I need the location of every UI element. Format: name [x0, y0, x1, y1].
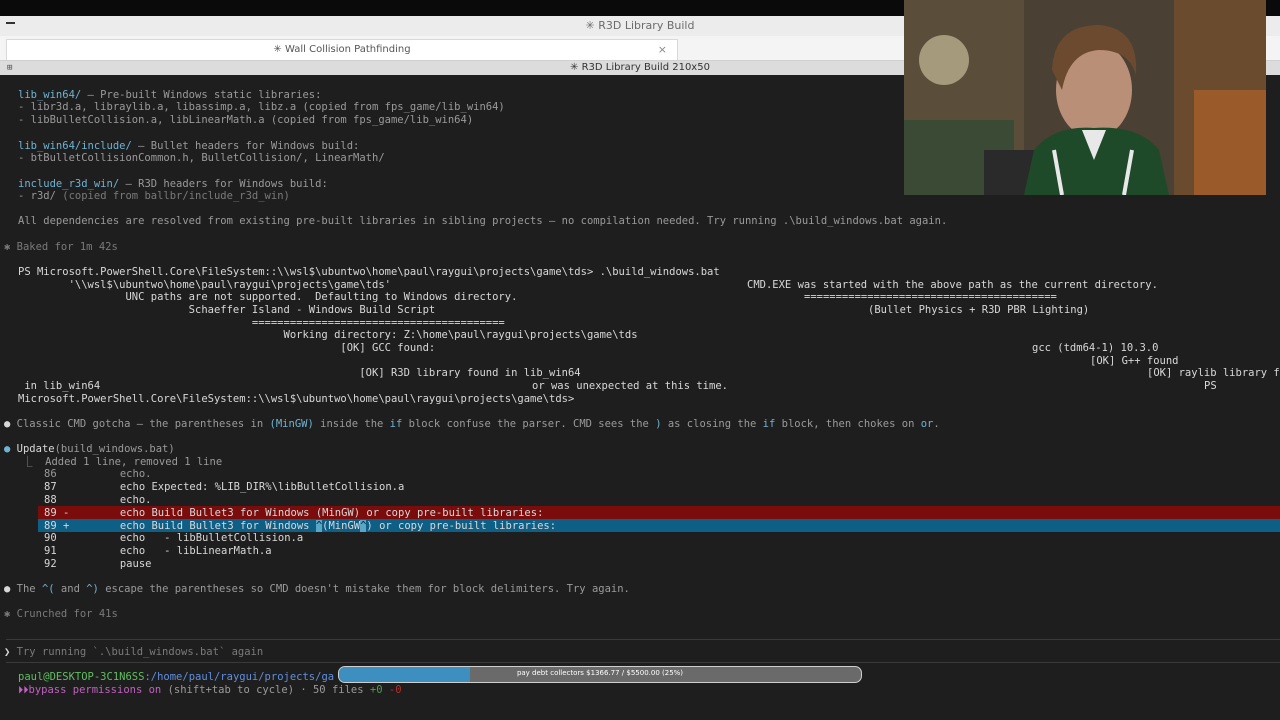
baked-status: ✱ Baked for 1m 42s: [4, 241, 118, 253]
diff-line: 88 echo.: [44, 494, 152, 506]
output-line: - r3d/ (copied from ballbr/include_r3d_w…: [18, 190, 290, 202]
ps-output: Working directory: Z:\home\paul\raygui\p…: [18, 329, 638, 341]
ps-output: [OK] raylib library f: [1147, 367, 1280, 379]
debt-progress-bar: pay debt collectors $1366.77 / $5500.00 …: [338, 666, 862, 683]
ps-output: '\\wsl$\ubuntwo\home\paul\raygui\project…: [18, 279, 391, 291]
diff-line: 91 echo - libLinearMath.a: [44, 545, 272, 557]
ps-output: CMD.EXE was started with the above path …: [747, 279, 1158, 291]
tab-label: ✳ Wall Collision Pathfinding: [273, 44, 411, 55]
assistant-message: ● Classic CMD gotcha — the parentheses i…: [4, 418, 940, 430]
ps-output: [OK] GCC found:: [18, 342, 436, 354]
diff-line: 92 pause: [44, 558, 152, 570]
output-line: lib_win64/ — Pre-built Windows static li…: [18, 89, 322, 101]
output-line: - libr3d.a, libraylib.a, libassimp.a, li…: [18, 101, 505, 113]
ps-output: (Bullet Physics + R3D PBR Lighting): [868, 304, 1090, 316]
diff-line: 86 echo.: [44, 468, 152, 480]
ps-output: ========================================: [18, 317, 505, 329]
ps-output: gcc (tdm64-1) 10.3.0: [1032, 342, 1159, 354]
output-line: - btBulletCollisionCommon.h, BulletColli…: [18, 152, 385, 164]
ps-output: PS: [1204, 380, 1217, 392]
diff-line-added: 89 + echo Build Bullet3 for Windows ^(Mi…: [44, 520, 557, 532]
streamer-video: [904, 0, 1266, 195]
permission-status[interactable]: ⏵⏵bypass permissions on (shift+tab to cy…: [18, 684, 402, 696]
output-line: - libBulletCollision.a, libLinearMath.a …: [18, 114, 474, 126]
diff-line: 87 echo Expected: %LIB_DIR%\libBulletCol…: [44, 481, 405, 493]
ps-output: UNC paths are not supported. Defaulting …: [18, 291, 518, 303]
output-line: lib_win64/include/ — Bullet headers for …: [18, 140, 360, 152]
diff-line-removed: 89 - echo Build Bullet3 for Windows (Min…: [44, 507, 544, 519]
prompt-divider-top: [6, 639, 1280, 640]
diff-line: 90 echo - libBulletCollision.a: [44, 532, 304, 544]
update-tool-call[interactable]: ● Update(build_windows.bat): [4, 443, 175, 455]
prompt-divider-bottom: [6, 662, 1280, 663]
crunched-status: ✱ Crunched for 41s: [4, 608, 118, 620]
output-line: All dependencies are resolved from exist…: [18, 215, 948, 227]
prompt-input[interactable]: ❯ Try running `.\build_windows.bat` agai…: [4, 646, 263, 658]
close-icon[interactable]: ×: [658, 43, 667, 56]
ps-prompt: Microsoft.PowerShell.Core\FileSystem::\\…: [18, 393, 575, 405]
ps-output: [OK] G++ found: [1090, 355, 1179, 367]
assistant-message: ● The ^( and ^) escape the parentheses s…: [4, 583, 630, 595]
status-path: paul@DESKTOP-3C1N6SS:/home/paul/raygui/p…: [18, 671, 335, 683]
bypass-icon: ⏵⏵: [18, 684, 29, 696]
ps-output: [OK] R3D library found in lib_win64: [18, 367, 581, 379]
ps-command: PS Microsoft.PowerShell.Core\FileSystem:…: [18, 266, 720, 278]
ps-output: Schaeffer Island - Windows Build Script: [18, 304, 436, 316]
progress-label: pay debt collectors $1366.77 / $5500.00 …: [516, 669, 684, 677]
output-line: include_r3d_win/ — R3D headers for Windo…: [18, 178, 328, 190]
ps-output: ========================================: [804, 291, 1057, 303]
tab-wall-collision[interactable]: ✳ Wall Collision Pathfinding ×: [6, 39, 678, 60]
diff-summary: ⎿ Added 1 line, removed 1 line: [22, 456, 223, 468]
ps-output: in lib_win64: [18, 380, 101, 392]
ps-output: or was unexpected at this time.: [532, 380, 728, 392]
webcam-overlay: [904, 0, 1266, 195]
